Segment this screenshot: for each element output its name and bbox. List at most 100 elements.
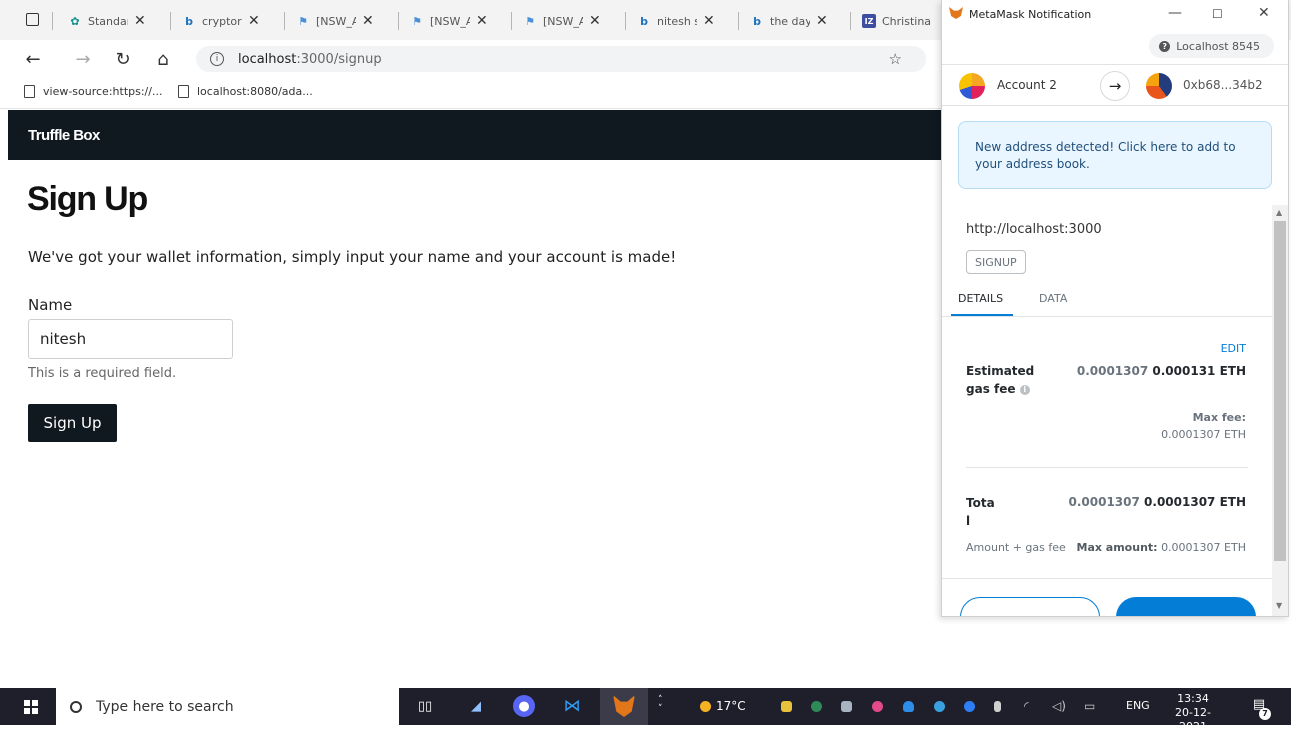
volume-icon[interactable]: ◁)	[1052, 699, 1066, 713]
browser-tab[interactable]: ⚑ [NSW_A ✕	[523, 6, 601, 36]
task-view-icon[interactable]: ▯▯	[414, 695, 436, 717]
from-account-name: Account 2	[997, 78, 1057, 92]
network-icon: ?	[1159, 40, 1171, 52]
app-navbar: Truffle Box	[8, 110, 943, 160]
browser-tab[interactable]: b nitesh sa ✕	[637, 6, 715, 36]
from-account-avatar	[959, 73, 985, 99]
vscode-icon[interactable]: ⋈	[561, 695, 583, 717]
maximize-icon[interactable]: ☐	[1212, 7, 1223, 21]
search-icon	[70, 700, 82, 713]
amount-gas-label: Amount + gas fee	[966, 541, 1066, 554]
close-tab-icon[interactable]: ✕	[703, 13, 715, 29]
max-fee-label: Max fee:	[1192, 411, 1246, 424]
to-address[interactable]: 0xb68...34b2	[1183, 78, 1263, 92]
usb-icon[interactable]	[994, 701, 1001, 712]
close-tab-icon[interactable]: ✕	[248, 13, 260, 29]
gear-icon: ✿	[70, 14, 80, 28]
tab-data[interactable]: DATA	[1039, 292, 1067, 305]
metamask-titlebar: MetaMask Notification — ☐ ✕	[942, 0, 1288, 30]
close-tab-icon[interactable]: ✕	[134, 13, 146, 29]
weather-temp[interactable]: 17°C	[716, 699, 746, 713]
network-selector[interactable]: ? Localhost 8545	[1149, 34, 1274, 58]
brand-logo[interactable]: Truffle Box	[28, 127, 100, 144]
scrollbar[interactable]: ▲ ▼	[1272, 205, 1288, 616]
info-icon[interactable]: i	[1019, 385, 1030, 395]
sign-up-button[interactable]: Sign Up	[28, 404, 117, 442]
url-host: localhost	[238, 51, 297, 67]
address-bar-row: ← → ↻ ⌂ i localhost:3000/signup ☆	[0, 40, 945, 78]
browser-tab[interactable]: b cryptoric ✕	[182, 6, 260, 36]
tray-icon[interactable]	[781, 701, 792, 712]
bluetooth-icon[interactable]	[964, 701, 975, 712]
iz-icon: IZ	[862, 14, 876, 28]
windows-start-icon[interactable]	[24, 700, 38, 714]
divider	[942, 578, 1272, 579]
tray-icon[interactable]	[872, 701, 883, 712]
scroll-up-icon[interactable]: ▲	[1276, 208, 1282, 217]
scrollbar-thumb[interactable]	[1274, 221, 1286, 561]
metamask-notification-window: MetaMask Notification — ☐ ✕ ? Localhost …	[941, 0, 1289, 617]
max-amount: Max amount: 0.0001307 ETH	[1076, 541, 1247, 554]
url-bar[interactable]: i localhost:3000/signup ☆	[196, 46, 926, 72]
gas-fee-value: 0.0001307 0.000131 ETH	[1076, 364, 1246, 378]
edit-gas-link[interactable]: EDIT	[1221, 342, 1246, 355]
close-icon[interactable]: ✕	[1258, 5, 1270, 21]
forward-arrow-icon[interactable]: →	[72, 48, 94, 70]
browser-tab[interactable]: ⚑ [NSW_A ✕	[296, 6, 374, 36]
wifi-icon[interactable]: ◜	[1024, 699, 1029, 713]
site-info-icon[interactable]: i	[210, 52, 224, 66]
new-address-alert[interactable]: New address detected! Click here to add …	[958, 121, 1272, 189]
account-row: Account 2 → 0xb68...34b2	[942, 64, 1288, 106]
taskbar-search[interactable]: Type here to search	[56, 688, 399, 725]
language-indicator[interactable]: ENG	[1126, 699, 1150, 712]
page-icon	[24, 85, 35, 98]
minimize-icon[interactable]: —	[1168, 5, 1182, 21]
close-tab-icon[interactable]: ✕	[476, 13, 488, 29]
confirm-button[interactable]	[1116, 597, 1256, 616]
close-tab-icon[interactable]: ✕	[816, 13, 828, 29]
name-input[interactable]	[28, 319, 233, 359]
flag-icon: ⚑	[298, 14, 308, 28]
tray-overflow-icon[interactable]: ˄ ˅	[658, 696, 663, 714]
home-icon[interactable]: ⌂	[152, 48, 174, 70]
metamask-fox-icon	[949, 7, 963, 19]
flag-icon: ⚑	[525, 14, 535, 28]
total-label: Tota l	[966, 496, 995, 528]
weather-icon	[700, 701, 711, 712]
tray-icon[interactable]	[934, 701, 945, 712]
tray-icon[interactable]	[811, 701, 822, 712]
discord-icon[interactable]: ●	[513, 695, 535, 717]
bing-icon: b	[185, 14, 193, 28]
origin-url: http://localhost:3000	[966, 222, 1102, 237]
refresh-icon[interactable]: ↻	[112, 48, 134, 70]
close-tab-icon[interactable]: ✕	[589, 13, 601, 29]
scroll-down-icon[interactable]: ▼	[1276, 601, 1282, 610]
gas-fee-label: Estimated gas fee i	[966, 364, 1035, 396]
method-badge: SIGNUP	[966, 250, 1026, 274]
battery-icon[interactable]: ▭	[1084, 699, 1095, 713]
page-description: We've got your wallet information, simpl…	[28, 248, 677, 266]
taskbar-clock[interactable]: 13:34 20-12-2021	[1162, 692, 1224, 734]
flag-icon: ⚑	[412, 14, 422, 28]
reject-button[interactable]	[960, 597, 1100, 616]
close-tab-icon[interactable]: ✕	[362, 13, 374, 29]
arrow-right-icon: →	[1100, 71, 1130, 101]
onedrive-icon[interactable]	[903, 701, 914, 712]
tray-icon[interactable]	[841, 701, 852, 712]
divider	[942, 316, 1272, 317]
help-text: This is a required field.	[28, 366, 177, 381]
browser-tab[interactable]: ⚑ [NSW_A ✕	[410, 6, 488, 36]
browser-tab[interactable]: b the day v ✕	[750, 6, 828, 36]
tab-details[interactable]: DETAILS	[958, 292, 1003, 305]
max-fee-value: 0.0001307 ETH	[1161, 428, 1246, 441]
browser-tab[interactable]: ✿ Standard ✕	[68, 6, 146, 36]
favorite-star-icon[interactable]: ☆	[889, 50, 902, 68]
bing-icon: b	[640, 14, 648, 28]
bookmark-item[interactable]: view-source:https://...	[24, 85, 162, 98]
notes-icon[interactable]: ◢	[465, 695, 487, 717]
browser-tab[interactable]: IZ Christina	[862, 6, 931, 36]
tab-actions-icon[interactable]	[26, 13, 39, 26]
back-arrow-icon[interactable]: ←	[22, 48, 44, 70]
bookmark-item[interactable]: localhost:8080/ada...	[178, 85, 313, 98]
to-account-avatar	[1146, 73, 1172, 99]
